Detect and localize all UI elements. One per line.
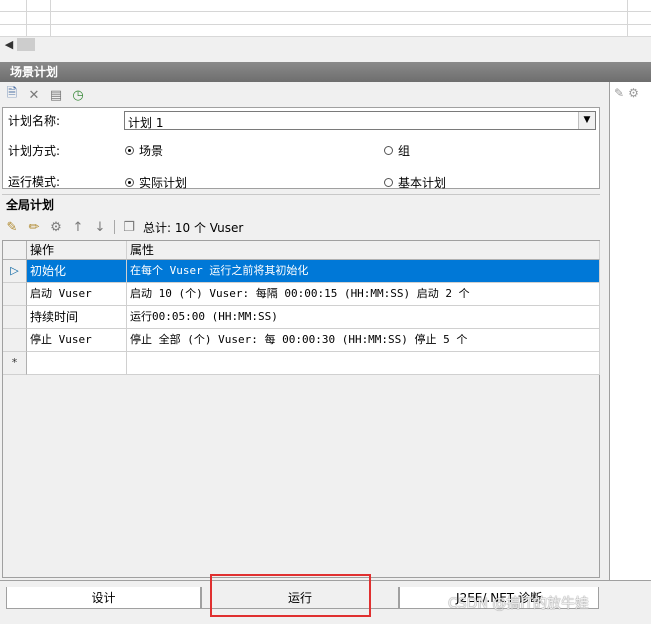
run-mode-real-radio[interactable]: 实际计划 (125, 174, 187, 191)
table-row[interactable]: 启动 Vuser 启动 10 (个) Vuser: 每隔 00:00:15 (H… (3, 283, 600, 306)
tab-design[interactable]: 设计 (6, 587, 201, 609)
column-header-properties[interactable]: 属性 (127, 241, 600, 260)
move-up-icon[interactable]: ↑ (70, 219, 86, 235)
scroll-thumb[interactable] (17, 38, 35, 51)
global-schedule-title: 全局计划 (2, 194, 600, 214)
run-mode-basic-radio[interactable]: 基本计划 (384, 174, 446, 191)
global-schedule-toolbar: ✎ ✏ ⚙ ↑ ↓ ❐ 总计: 10 个 Vuser (4, 218, 244, 236)
plan-name-value: 计划 1 (128, 116, 164, 130)
row-pointer-icon: ▷ (3, 260, 27, 283)
scroll-left-arrow-icon[interactable]: ◀ (2, 37, 16, 52)
side-panel-tool-icon[interactable]: ✎ (614, 86, 624, 100)
plan-name-label: 计划名称: (8, 114, 61, 128)
copy-icon[interactable]: ❐ (121, 219, 137, 235)
radio-checked-icon (125, 178, 134, 187)
new-row-marker: * (3, 352, 27, 375)
plan-mode-label: 计划方式: (8, 144, 61, 158)
schedule-toolbar: 🗎 ✕ ▤ ◷ (4, 86, 86, 104)
move-down-icon[interactable]: ↓ (92, 219, 108, 235)
new-schedule-icon[interactable]: 🗎 (4, 86, 20, 103)
edit-action-icon[interactable]: ✏ (26, 219, 42, 235)
run-tab-highlight (210, 574, 371, 617)
table-row[interactable]: ▷ 初始化 在每个 Vuser 运行之前将其初始化 (3, 260, 600, 283)
upper-grid-remnant (0, 0, 651, 36)
schedule-clock-icon[interactable]: ◷ (70, 87, 86, 103)
add-action-icon[interactable]: ✎ (4, 219, 20, 235)
new-row[interactable]: * (3, 352, 600, 375)
rename-icon[interactable]: ▤ (48, 87, 64, 103)
side-panel-settings-icon[interactable]: ⚙ (628, 86, 639, 100)
column-header-action[interactable]: 操作 (27, 241, 127, 260)
table-row[interactable]: 停止 Vuser 停止 全部 (个) Vuser: 每 00:00:30 (HH… (3, 329, 600, 352)
chevron-down-icon[interactable]: ▼ (578, 112, 595, 129)
radio-checked-icon (125, 146, 134, 155)
side-panel: ✎ ⚙ (609, 82, 651, 580)
plan-mode-group-radio[interactable]: 组 (384, 142, 410, 159)
global-schedule-grid: 操作 属性 ▷ 初始化 在每个 Vuser 运行之前将其初始化 启动 Vuser… (2, 240, 600, 578)
total-vusers: 总计: 10 个 Vuser (143, 220, 244, 235)
radio-unchecked-icon (384, 178, 393, 187)
remove-action-icon[interactable]: ⚙ (48, 219, 64, 235)
run-mode-label: 运行模式: (8, 175, 61, 189)
plan-name-select[interactable]: 计划 1 ▼ (124, 111, 596, 130)
scenario-schedule-title: 场景计划 (0, 62, 651, 82)
delete-icon[interactable]: ✕ (26, 87, 42, 103)
radio-unchecked-icon (384, 146, 393, 155)
table-row[interactable]: 持续时间 运行00:05:00 (HH:MM:SS) (3, 306, 600, 329)
plan-mode-scenario-radio[interactable]: 场景 (125, 142, 163, 159)
watermark: CSDN @搞IT的放牛娃 (448, 596, 590, 612)
horizontal-scrollbar[interactable]: ◀ (0, 36, 651, 52)
